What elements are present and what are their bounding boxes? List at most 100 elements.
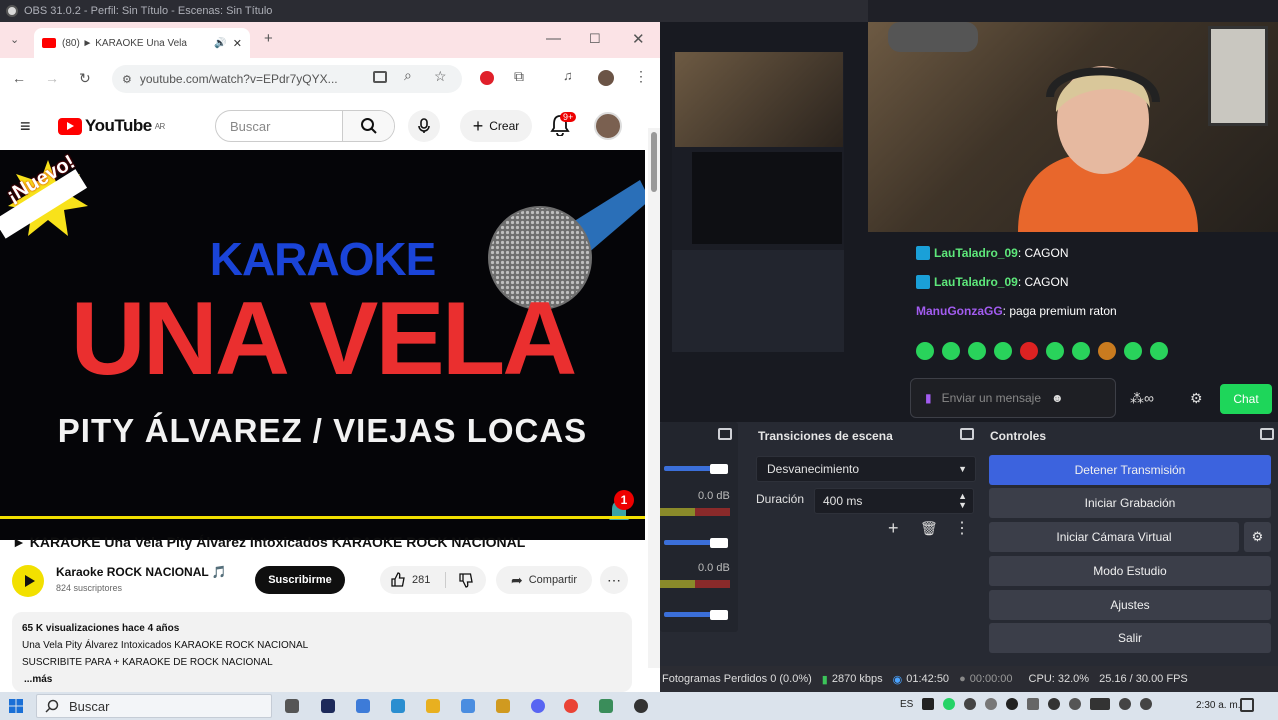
- calculator-icon[interactable]: [356, 699, 370, 713]
- menu-kebab-icon[interactable]: ⋮: [634, 68, 648, 85]
- taskbar-clock[interactable]: 2:30 a. m.: [1196, 700, 1240, 711]
- stop-streaming-button[interactable]: Detener Transmisión: [989, 455, 1271, 485]
- app-icon[interactable]: [599, 699, 613, 713]
- tab-audio-icon[interactable]: 🔊: [214, 38, 226, 49]
- photoshop-icon[interactable]: [321, 699, 335, 713]
- tray-app-icon[interactable]: [922, 698, 935, 710]
- folder-icon[interactable]: [496, 699, 510, 713]
- voice-search-button[interactable]: [408, 110, 440, 142]
- dropped-frames: Fotogramas Perdidos 0 (0.0%): [662, 673, 812, 685]
- chat-input[interactable]: ▮ Enviar un mensaje ☻: [910, 378, 1116, 418]
- volume-slider-handle[interactable]: [710, 610, 728, 620]
- chat-send-button[interactable]: Chat: [1220, 384, 1272, 414]
- tray-app-icon[interactable]: [1069, 698, 1082, 710]
- add-transition-icon[interactable]: +: [888, 518, 899, 539]
- tray-app-icon[interactable]: [1027, 698, 1040, 710]
- thumbs-up-icon: [391, 572, 405, 587]
- minimize-button[interactable]: —: [546, 30, 561, 47]
- youtube-logo[interactable]: YouTube AR: [58, 116, 165, 136]
- zoom-icon[interactable]: ⌕: [404, 67, 412, 84]
- site-info-icon[interactable]: ⚙: [122, 73, 132, 86]
- video-description[interactable]: 65 K visualizaciones hace 4 años Una Vel…: [12, 612, 632, 692]
- edge-icon[interactable]: [391, 699, 405, 713]
- remove-transition-icon[interactable]: 🗑: [920, 520, 938, 537]
- settings-button[interactable]: Ajustes: [989, 590, 1271, 620]
- mixer-undock-icon[interactable]: [718, 428, 732, 440]
- create-button[interactable]: + Crear: [460, 110, 532, 142]
- channel-points-icon[interactable]: ⁂∞: [1130, 390, 1154, 407]
- maximize-button[interactable]: ☐: [589, 31, 601, 47]
- language-indicator[interactable]: ES: [900, 699, 913, 710]
- page-scrollbar[interactable]: [648, 128, 660, 668]
- transition-properties-icon[interactable]: ⋮: [954, 518, 970, 538]
- obs-tray-icon[interactable]: [1006, 698, 1019, 710]
- start-recording-button[interactable]: Iniciar Grabación: [989, 488, 1271, 518]
- task-view-icon[interactable]: [285, 699, 299, 713]
- tray-app-icon[interactable]: [964, 698, 977, 710]
- whatsapp-icon[interactable]: [943, 698, 956, 710]
- obs-taskbar-icon[interactable]: [634, 699, 648, 713]
- network-icon[interactable]: [1048, 698, 1061, 710]
- tab-search-icon[interactable]: ⌄: [10, 33, 19, 46]
- close-window-button[interactable]: ✕: [632, 30, 645, 48]
- volume-slider-handle[interactable]: [710, 464, 728, 474]
- channel-name[interactable]: Karaoke ROCK NACIONAL 🎵: [56, 565, 227, 579]
- account-avatar[interactable]: [594, 112, 622, 140]
- dislike-button[interactable]: [446, 572, 474, 588]
- install-app-icon[interactable]: [373, 71, 387, 83]
- subscribe-button[interactable]: Suscribirme: [255, 566, 345, 594]
- chat-settings-icon[interactable]: ⚙: [1190, 390, 1203, 407]
- bookmark-star-icon[interactable]: ☆: [434, 68, 447, 85]
- spin-arrows-icon[interactable]: ▲ ▼: [958, 492, 973, 510]
- discord-icon[interactable]: [531, 699, 545, 713]
- virtual-camera-settings-icon[interactable]: ⚙: [1244, 522, 1271, 552]
- opera-extension-icon[interactable]: [480, 71, 494, 85]
- transitions-undock-icon[interactable]: [960, 428, 974, 440]
- exit-button[interactable]: Salir: [989, 623, 1271, 653]
- reload-button[interactable]: ↻: [79, 70, 91, 87]
- search-button[interactable]: [342, 111, 394, 141]
- scrollbar-thumb[interactable]: [651, 132, 657, 192]
- studio-mode-button[interactable]: Modo Estudio: [989, 556, 1271, 586]
- video-progress-bar[interactable]: [0, 516, 645, 519]
- share-label: Compartir: [528, 574, 578, 586]
- browser-tab[interactable]: (80) ► KARAOKE Una Vela 🔊 ✕: [34, 28, 250, 58]
- back-button[interactable]: ←: [12, 70, 26, 86]
- share-button[interactable]: ➦ Compartir: [496, 566, 592, 594]
- show-more-link[interactable]: ...más: [22, 671, 622, 688]
- chrome-icon[interactable]: [564, 699, 578, 713]
- duration-spinbox[interactable]: 400 ms ▲ ▼: [814, 488, 974, 514]
- chat-username[interactable]: LauTaladro_09: [934, 246, 1018, 260]
- volume-icon[interactable]: [1140, 698, 1153, 710]
- file-explorer-icon[interactable]: [426, 699, 440, 713]
- store-icon[interactable]: [461, 699, 475, 713]
- taskbar-search[interactable]: Buscar: [36, 694, 272, 718]
- channel-avatar[interactable]: [12, 565, 44, 597]
- address-bar-row: ← → ↻ ⚙ youtube.com/watch?v=EPdr7yQYX...…: [0, 58, 660, 100]
- video-player[interactable]: ¡Nuevo! KARAOKE UNA VELA PITY ÁLVAREZ / …: [0, 150, 645, 540]
- like-button[interactable]: 281: [380, 572, 446, 588]
- profile-avatar[interactable]: [598, 70, 614, 86]
- obs-preview[interactable]: LauTaladro_09 : CAGON LauTaladro_09 : CA…: [660, 22, 1278, 422]
- emote-picker-icon[interactable]: ☻: [1051, 391, 1064, 405]
- search-box[interactable]: Buscar: [215, 110, 395, 142]
- notification-center-icon[interactable]: [1240, 698, 1254, 712]
- start-virtual-camera-button[interactable]: Iniciar Cámara Virtual: [989, 522, 1239, 552]
- tab-close-icon[interactable]: ✕: [233, 37, 242, 50]
- more-actions-button[interactable]: ⋯: [600, 566, 628, 594]
- extensions-icon[interactable]: ⧉: [514, 68, 524, 85]
- media-control-icon[interactable]: ♫: [563, 68, 573, 83]
- volume-slider-handle[interactable]: [710, 538, 728, 548]
- tray-app-icon[interactable]: [1119, 698, 1132, 710]
- start-windows-icon[interactable]: [9, 699, 23, 713]
- chat-username[interactable]: ManuGonzaGG: [916, 304, 1003, 318]
- hamburger-menu-icon[interactable]: ≡: [20, 116, 31, 137]
- chat-username[interactable]: LauTaladro_09: [934, 275, 1018, 289]
- forward-button[interactable]: →: [45, 70, 59, 86]
- tray-app-icon[interactable]: [985, 698, 998, 710]
- controls-undock-icon[interactable]: [1260, 428, 1274, 440]
- transition-select[interactable]: Desvanecimiento ▼: [756, 456, 976, 482]
- search-input[interactable]: Buscar: [216, 119, 342, 134]
- keyboard-icon[interactable]: [1090, 698, 1111, 710]
- new-tab-button[interactable]: +: [264, 30, 273, 47]
